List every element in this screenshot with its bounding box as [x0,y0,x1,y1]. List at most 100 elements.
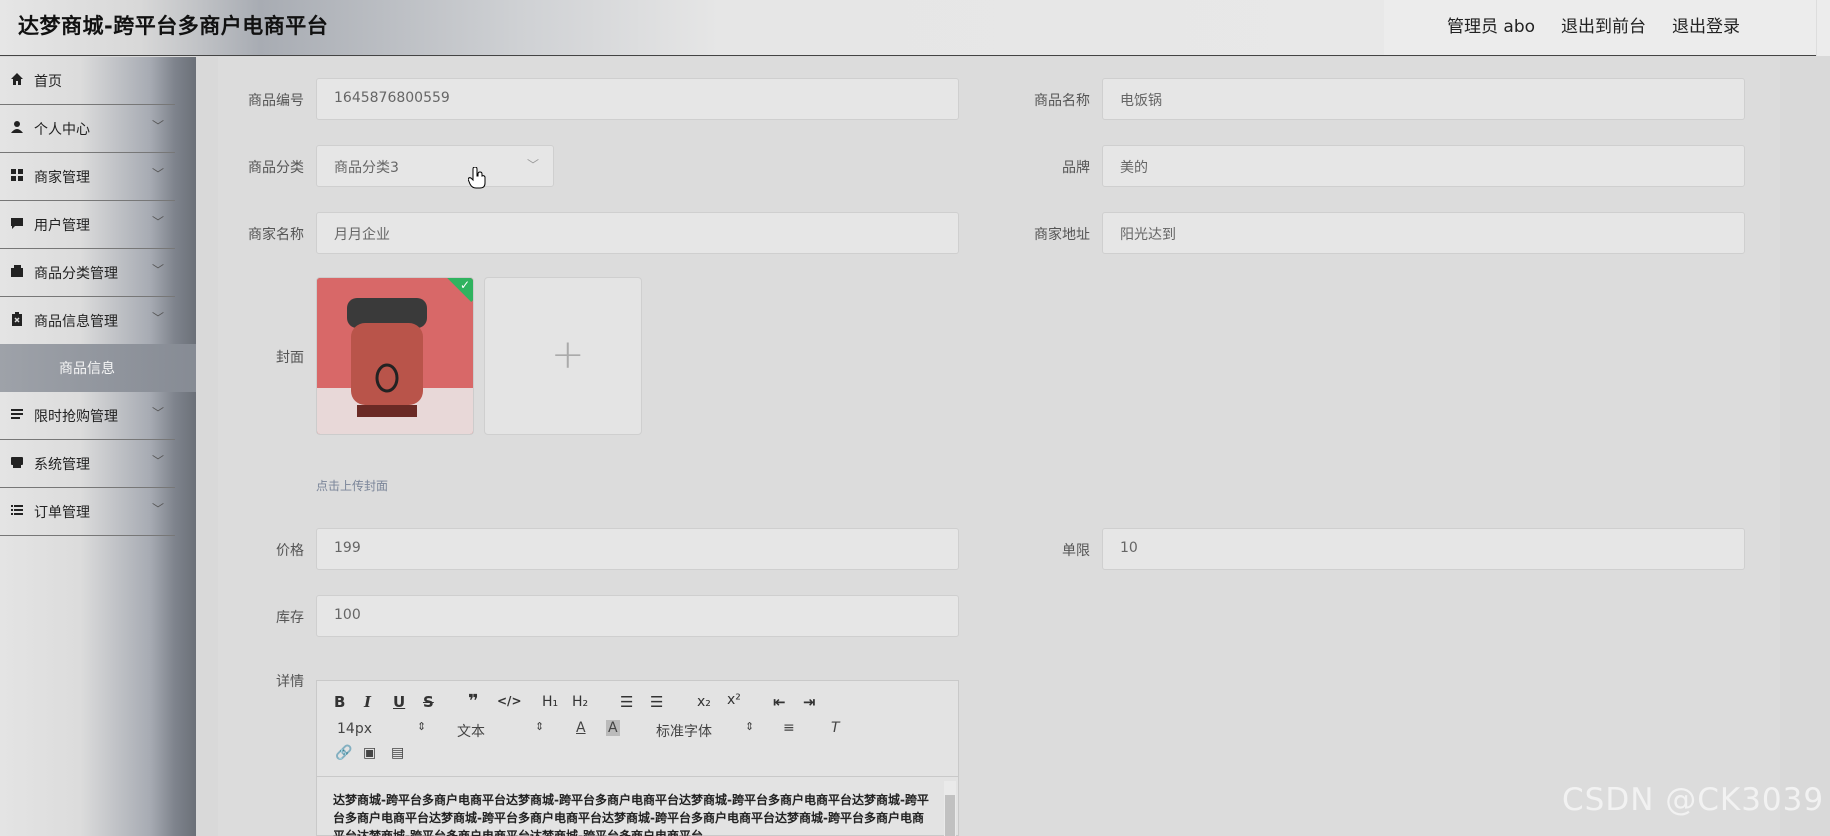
text-type-select[interactable]: 文本 [457,721,485,741]
detail-editor[interactable]: B I U S ❞ </> H₁ H₂ ☰ ☰ x₂ x² ⇤ ⇥ 14px ⇕… [316,680,959,836]
chevron-down-icon: ﹀ [152,454,165,468]
brand-label: 品牌 [1062,160,1090,176]
cover-upload-button[interactable]: + [484,277,642,435]
indent-icon[interactable]: ⇥ [803,693,816,711]
check-icon: ✓ [459,278,470,292]
header-actions: 管理员 abo 退出到前台 退出登录 [1384,0,1830,55]
product-name-label: 商品名称 [1034,93,1090,109]
italic-icon[interactable]: I [364,693,371,711]
category-value: 商品分类3 [334,160,399,176]
bold-icon[interactable]: B [334,693,345,711]
merchant-name-value: 月月企业 [334,227,390,243]
sidebar-subitem-product-info[interactable]: 商品信息 [0,344,196,392]
admin-user-label: 管理员 abo [1447,17,1536,37]
sidebar-item-label: 首页 [34,74,62,90]
sidebar-item-categories[interactable]: 商品分类管理 ﹀ [0,249,175,297]
merchant-address-value: 阳光达到 [1120,227,1176,243]
bullet-list-icon[interactable]: ☰ [650,693,663,711]
outdent-icon[interactable]: ⇤ [773,693,786,711]
align-icon[interactable]: ≡ [783,720,795,736]
exit-to-front-link[interactable]: 退出到前台 [1561,12,1646,37]
font-color-icon[interactable]: A [576,720,586,736]
price-value: 199 [334,540,361,556]
chevron-down-icon: ﹀ [152,406,165,420]
chevron-down-icon: ﹀ [152,263,165,277]
underline-icon[interactable]: U [393,693,405,711]
clipboard-icon [12,312,22,326]
limit-input[interactable]: 10 [1102,528,1745,570]
cover-label: 封面 [276,350,304,366]
product-no-input[interactable]: 1645876800559 [316,78,959,120]
merchant-address-input[interactable]: 阳光达到 [1102,212,1745,254]
sidebar-item-product-info[interactable]: 商品信息管理 ﹀ [0,297,175,345]
editor-scrollbar[interactable] [944,781,956,836]
merchant-name-label: 商家名称 [248,227,304,243]
printer-icon [11,457,23,468]
app-title: 达梦商城-跨平台多商户电商平台 [18,14,329,38]
header-scrollbar[interactable] [1816,0,1830,56]
sort-arrows-icon: ⇕ [417,720,427,733]
sidebar-item-label: 系统管理 [34,457,90,473]
chevron-down-icon: ﹀ [526,158,539,172]
logout-link[interactable]: 退出登录 [1672,12,1740,37]
sidebar-item-system[interactable]: 系统管理 ﹀ [0,440,175,488]
ordered-list-icon[interactable]: ☰ [620,693,633,711]
background-color-icon[interactable]: A [606,720,620,736]
link-icon[interactable]: 🔗 [335,745,352,761]
subscript-icon[interactable]: x₂ [697,694,711,710]
blockquote-icon[interactable]: ❞ [468,691,479,712]
stock-label: 库存 [276,610,304,626]
editor-content[interactable]: 达梦商城-跨平台多商户电商平台达梦商城-跨平台多商户电商平台达梦商城-跨平台多商… [333,791,933,836]
sort-arrows-icon: ⇕ [535,720,545,733]
product-name-value: 电饭锅 [1120,93,1162,109]
price-input[interactable]: 199 [316,528,959,570]
product-no-label: 商品编号 [248,93,304,109]
rice-cooker-image [317,278,473,434]
sidebar-item-label: 用户管理 [34,218,90,234]
clear-format-icon[interactable]: T [831,720,840,736]
list-icon [11,409,23,419]
limit-label: 单限 [1062,543,1090,559]
sidebar-item-personal[interactable]: 个人中心 ﹀ [0,105,175,153]
font-family-select[interactable]: 标准字体 [656,721,712,741]
chevron-down-icon: ﹀ [152,167,165,181]
brand-input[interactable]: 美的 [1102,145,1745,187]
sidebar-item-label: 个人中心 [34,122,90,138]
stock-input[interactable]: 100 [316,595,959,637]
chevron-down-icon: ﹀ [152,119,165,133]
h2-icon[interactable]: H₂ [572,694,588,710]
sidebar-item-label: 商品信息管理 [34,314,118,330]
font-size-select[interactable]: 14px [337,721,372,737]
h1-icon[interactable]: H₁ [542,694,558,710]
sidebar-item-merchants[interactable]: 商家管理 ﹀ [0,153,175,201]
image-icon[interactable]: ▣ [363,745,376,761]
superscript-icon[interactable]: x² [727,692,741,708]
strikethrough-icon[interactable]: S [423,693,434,711]
sidebar-subitem-label: 商品信息 [59,361,115,377]
hand-cursor-icon [468,167,486,189]
sidebar-item-home[interactable]: 首页 [0,57,175,105]
sidebar-item-users[interactable]: 用户管理 ﹀ [0,201,175,249]
list-icon [11,505,23,515]
product-no-value: 1645876800559 [334,90,450,106]
stock-value: 100 [334,607,361,623]
top-header: 达梦商城-跨平台多商户电商平台 管理员 abo 退出到前台 退出登录 [0,0,1830,56]
limit-value: 10 [1120,540,1138,556]
sidebar-item-flash-sale[interactable]: 限时抢购管理 ﹀ [0,392,175,440]
merchant-address-label: 商家地址 [1034,227,1090,243]
merchant-name-input[interactable]: 月月企业 [316,212,959,254]
price-label: 价格 [276,543,304,559]
cover-image[interactable]: ✓ [316,277,474,435]
code-icon[interactable]: </> [497,694,522,708]
sidebar-item-label: 限时抢购管理 [34,409,118,425]
editor-scrollbar-thumb[interactable] [945,795,955,836]
editor-toolbar: B I U S ❞ </> H₁ H₂ ☰ ☰ x₂ x² ⇤ ⇥ 14px ⇕… [317,681,958,777]
sidebar: 首页 个人中心 ﹀ 商家管理 ﹀ 用户管理 ﹀ 商品分类管理 ﹀ 商品信息管理 … [0,57,196,836]
video-icon[interactable]: ▤ [391,745,404,761]
category-select[interactable]: 商品分类3 ﹀ [316,145,554,187]
product-name-input[interactable]: 电饭锅 [1102,78,1745,120]
cover-upload-hint[interactable]: 点击上传封面 [316,477,388,494]
sidebar-item-orders[interactable]: 订单管理 ﹀ [0,488,175,536]
user-icon [11,121,23,133]
chevron-down-icon: ﹀ [152,215,165,229]
